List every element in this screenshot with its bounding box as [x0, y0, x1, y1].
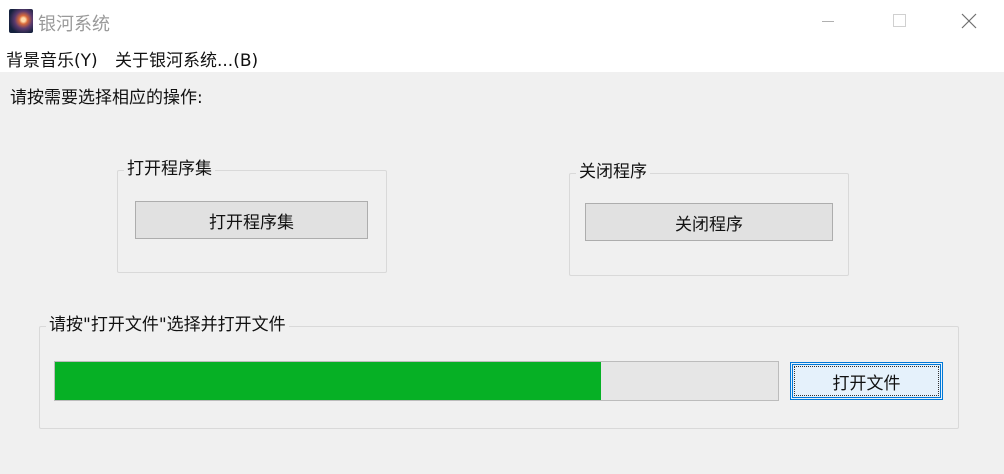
open-assembly-group-label: 打开程序集 [124, 158, 215, 180]
progress-fill [55, 362, 601, 400]
file-progress-bar [54, 361, 779, 401]
focus-ring [794, 366, 939, 396]
open-file-group: 请按"打开文件"选择并打开文件 打开文件 [39, 314, 959, 429]
menu-about[interactable]: 关于银河系统...(B) [115, 46, 258, 71]
close-button[interactable] [934, 0, 1004, 42]
instruction-label: 请按需要选择相应的操作: [10, 88, 203, 108]
open-file-group-label: 请按"打开文件"选择并打开文件 [46, 314, 289, 336]
maximize-button[interactable] [864, 0, 934, 42]
minimize-button[interactable] [794, 0, 864, 42]
window-title: 银河系统 [38, 14, 110, 35]
galaxy-icon [9, 9, 33, 33]
open-assembly-group: 打开程序集 打开程序集 [117, 158, 387, 273]
close-program-group-label: 关闭程序 [576, 161, 650, 183]
client-area: 请按需要选择相应的操作: 打开程序集 打开程序集 关闭程序 关闭程序 请按"打开… [0, 72, 1004, 474]
open-assembly-button[interactable]: 打开程序集 [135, 201, 368, 239]
close-program-group: 关闭程序 关闭程序 [569, 161, 849, 276]
maximize-icon [893, 14, 906, 27]
menu-bar: 背景音乐(Y) 关于银河系统...(B) [0, 44, 1004, 72]
menu-background-music[interactable]: 背景音乐(Y) [6, 46, 98, 71]
open-file-button[interactable]: 打开文件 [790, 362, 943, 400]
minimize-icon [822, 21, 834, 22]
close-program-button[interactable]: 关闭程序 [585, 203, 833, 241]
close-icon [961, 13, 977, 29]
title-bar[interactable]: 银河系统 [0, 0, 1004, 42]
